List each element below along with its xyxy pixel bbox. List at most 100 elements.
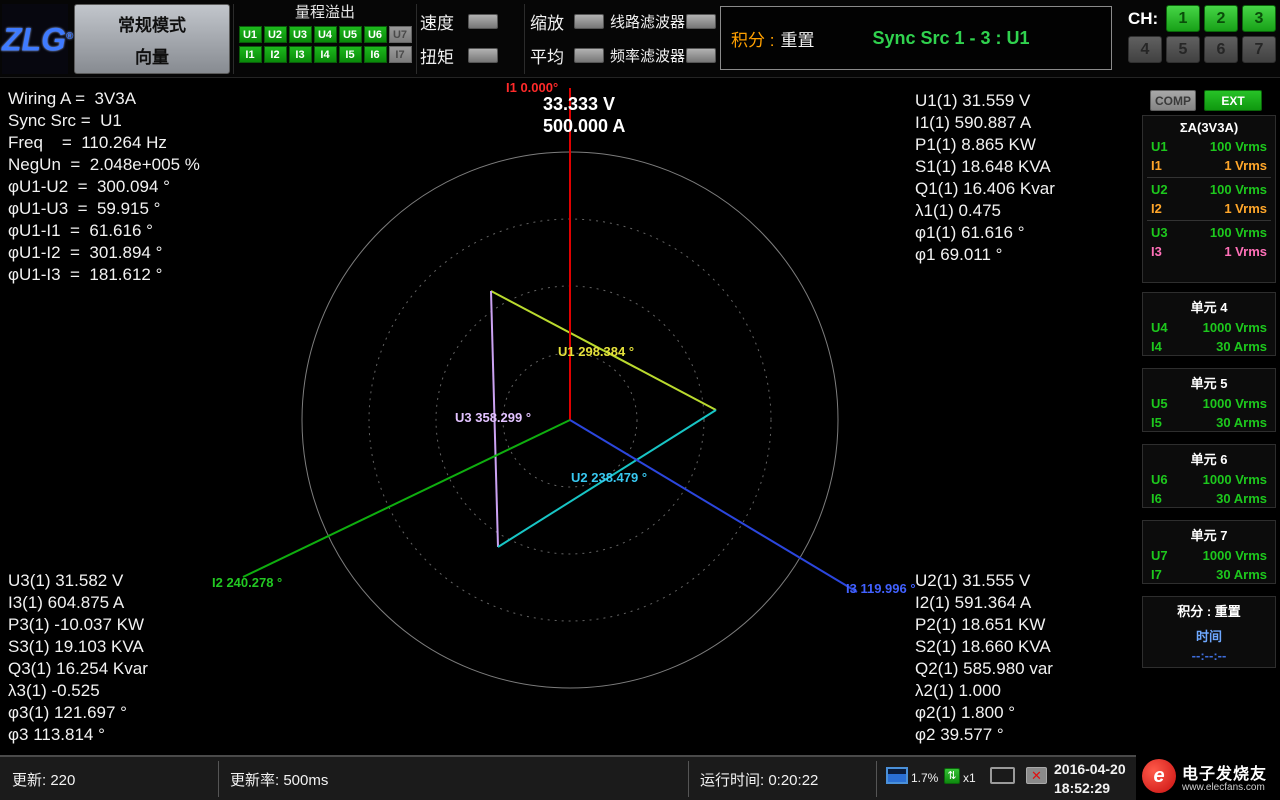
filter-group: 线路滤波器 频率滤波器 xyxy=(610,8,716,76)
u1-angle-label: U1 298.384 ° xyxy=(558,344,634,359)
topbar: ZLG® 常规模式 向量 量程溢出 U1 U2 U3 U4 U5 U6 U7 I… xyxy=(0,0,1280,78)
integration-time-label: 时间 xyxy=(1143,626,1275,645)
reading-line: φU1-U2 = 300.094 ° xyxy=(8,176,200,198)
range-val: 30 Arms xyxy=(1216,415,1267,430)
statusbar-divider xyxy=(688,761,689,797)
sync-source-label: Sync Src 1 - 3 : U1 xyxy=(872,28,1029,49)
reading-line: P2(1) 18.651 KW xyxy=(915,614,1053,636)
reading-line: Freq = 110.264 Hz xyxy=(8,132,200,154)
avg-label: 平均 xyxy=(530,43,564,68)
range-ch: I1 xyxy=(1151,158,1162,173)
unit-i-row: I6 30 Arms xyxy=(1143,489,1275,508)
reading-line: Q3(1) 16.254 Kvar xyxy=(8,658,148,680)
elecfans-watermark: e 电子发烧友 www.elecfans.com xyxy=(1136,752,1280,800)
update-count: 更新: 220 xyxy=(12,769,75,790)
unit-panel-title: 单元 7 xyxy=(1143,521,1275,546)
range-val: 30 Arms xyxy=(1216,339,1267,354)
reading-line: I2(1) 591.364 A xyxy=(915,592,1053,614)
voltage-scale-label: 33.333 V xyxy=(543,94,615,114)
range-ch: I3 xyxy=(1151,244,1162,259)
integration-panel[interactable]: 积分 : 重置 时间 --:--:-- xyxy=(1142,596,1276,668)
topbar-divider xyxy=(416,4,417,74)
unit-panel-title: 单元 6 xyxy=(1143,445,1275,470)
current-scale-label: 500.000 A xyxy=(543,116,625,136)
torque-indicator xyxy=(468,48,498,63)
speed-indicator xyxy=(468,14,498,29)
reading-line: φU1-I1 = 61.616 ° xyxy=(8,220,200,242)
sigma-range-panel[interactable]: ΣA(3V3A) U1 100 Vrms I1 1 Vrms U2 100 Vr… xyxy=(1142,115,1276,283)
overrange-u4: U4 xyxy=(314,26,337,43)
usb-icon xyxy=(944,768,960,784)
range-ch: I2 xyxy=(1151,201,1162,216)
unit-6-panel[interactable]: 单元 6 U6 1000 Vrms I6 30 Arms xyxy=(1142,444,1276,508)
overrange-u7: U7 xyxy=(389,26,412,43)
reading-line: U1(1) 31.559 V xyxy=(915,90,1055,112)
range-row-i1: I1 1 Vrms xyxy=(1143,156,1275,175)
panel-divider xyxy=(1147,177,1271,178)
integration-time-value: --:--:-- xyxy=(1143,648,1275,663)
unit-i-row: I5 30 Arms xyxy=(1143,413,1275,432)
ch-button-1[interactable]: 1 xyxy=(1166,5,1200,32)
ch-button-3[interactable]: 3 xyxy=(1242,5,1276,32)
overrange-i4: I4 xyxy=(314,46,337,63)
reading-line: S3(1) 19.103 KVA xyxy=(8,636,148,658)
reading-line: I3(1) 604.875 A xyxy=(8,592,148,614)
readings-top-right: U1(1) 31.559 VI1(1) 590.887 AP1(1) 8.865… xyxy=(915,90,1055,266)
update-rate: 更新率: 500ms xyxy=(230,769,328,790)
overrange-i6: I6 xyxy=(364,46,387,63)
reading-line: φ3 113.814 ° xyxy=(8,724,148,746)
storage-missing-icon xyxy=(1026,767,1047,784)
unit-i-row: I4 30 Arms xyxy=(1143,337,1275,356)
reading-line: Wiring A = 3V3A xyxy=(8,88,200,110)
unit-4-panel[interactable]: 单元 4 U4 1000 Vrms I4 30 Arms xyxy=(1142,292,1276,356)
range-ch: I7 xyxy=(1151,567,1162,582)
comp-button[interactable]: COMP xyxy=(1150,90,1196,111)
reading-line: U3(1) 31.582 V xyxy=(8,570,148,592)
readings-bottom-right: U2(1) 31.555 VI2(1) 591.364 AP2(1) 18.65… xyxy=(915,570,1053,746)
reading-line: I1(1) 590.887 A xyxy=(915,112,1055,134)
reading-line: λ1(1) 0.475 xyxy=(915,200,1055,222)
ch-button-4[interactable]: 4 xyxy=(1128,36,1162,63)
overrange-u5: U5 xyxy=(339,26,362,43)
range-ch: U3 xyxy=(1151,225,1168,240)
line-filter-label: 线路滤波器 xyxy=(610,11,685,32)
unit-7-panel[interactable]: 单元 7 U7 1000 Vrms I7 30 Arms xyxy=(1142,520,1276,584)
torque-label: 扭矩 xyxy=(420,43,454,68)
reading-line: Q2(1) 585.980 var xyxy=(915,658,1053,680)
avg-indicator xyxy=(574,48,604,63)
line-filter-indicator xyxy=(686,14,716,29)
topbar-divider xyxy=(524,4,525,74)
range-val: 1000 Vrms xyxy=(1203,396,1267,411)
unit-5-panel[interactable]: 单元 5 U5 1000 Vrms I5 30 Arms xyxy=(1142,368,1276,432)
range-val: 30 Arms xyxy=(1216,567,1267,582)
runtime: 运行时间: 0:20:22 xyxy=(700,769,818,790)
overrange-u-row: U1 U2 U3 U4 U5 U6 U7 xyxy=(236,26,414,43)
ch-button-6[interactable]: 6 xyxy=(1204,36,1238,63)
overrange-u3: U3 xyxy=(289,26,312,43)
integration-reset-label: 重置 xyxy=(780,26,814,51)
integration-panel-title: 积分 : 重置 xyxy=(1143,597,1275,622)
overrange-i2: I2 xyxy=(264,46,287,63)
range-ch: U2 xyxy=(1151,182,1168,197)
overrange-i7: I7 xyxy=(389,46,412,63)
range-ch: I4 xyxy=(1151,339,1162,354)
reading-line: φ1(1) 61.616 ° xyxy=(915,222,1055,244)
zoom-label: 缩放 xyxy=(530,9,564,34)
ch-button-5[interactable]: 5 xyxy=(1166,36,1200,63)
readings-top-left: Wiring A = 3V3ASync Src = U1Freq = 110.2… xyxy=(8,88,200,286)
ch-button-7[interactable]: 7 xyxy=(1242,36,1276,63)
overrange-i-row: I1 I2 I3 I4 I5 I6 I7 xyxy=(236,46,414,63)
channel-selector: CH: 1 2 3 4 5 6 7 xyxy=(1128,5,1278,67)
speed-label: 速度 xyxy=(420,9,454,34)
mode-button[interactable]: 常规模式 向量 xyxy=(74,4,230,74)
ext-button[interactable]: EXT xyxy=(1204,90,1262,111)
overrange-u1: U1 xyxy=(239,26,262,43)
i3-vector xyxy=(570,420,857,592)
unit-i-row: I7 30 Arms xyxy=(1143,565,1275,584)
ch-button-2[interactable]: 2 xyxy=(1204,5,1238,32)
overrange-i5: I5 xyxy=(339,46,362,63)
statusbar: 更新: 220 更新率: 500ms 运行时间: 0:20:22 1.7% x1… xyxy=(0,755,1280,800)
watermark-url: www.elecfans.com xyxy=(1182,782,1265,793)
range-ch: I5 xyxy=(1151,415,1162,430)
reading-line: NegUn = 2.048e+005 % xyxy=(8,154,200,176)
